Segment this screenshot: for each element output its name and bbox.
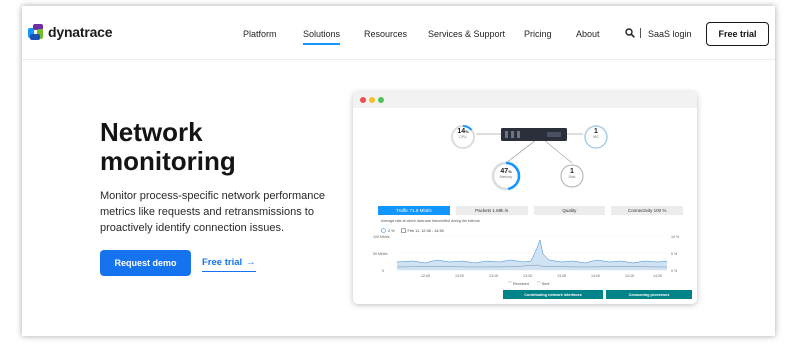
x-tick-1: 12:45	[421, 274, 430, 278]
nav-resources[interactable]: Resources	[364, 29, 407, 39]
site-header: dynatrace Platform Solutions Resources S…	[22, 6, 775, 60]
y-left-zero: 0	[382, 269, 384, 273]
arrow-right-icon: →	[246, 257, 256, 268]
nav-about[interactable]: About	[576, 29, 600, 39]
cpu-unit: %	[465, 129, 469, 134]
page-frame: dynatrace Platform Solutions Resources S…	[22, 6, 775, 336]
title-line-2: monitoring	[100, 146, 236, 176]
contributing-interfaces-button[interactable]: Contributing network interfaces	[503, 290, 603, 299]
memory-value: 47	[500, 168, 509, 175]
header-free-trial-button[interactable]: Free trial	[706, 22, 769, 46]
disk-label: Disk	[568, 175, 576, 179]
nav-pricing[interactable]: Pricing	[524, 29, 552, 39]
legend-sent[interactable]: ⌒ Sent	[537, 282, 550, 287]
maximize-dot-icon	[378, 97, 384, 103]
consuming-processes-button[interactable]: Consuming processes	[606, 290, 692, 299]
logo-text: dynatrace	[48, 24, 113, 40]
host-topology-diagram	[451, 125, 608, 191]
memory-label: Memory	[499, 175, 513, 179]
chart-meta: 2 % Feb 11, 12:38 - 14:38	[381, 228, 444, 233]
logo-mark-icon	[28, 24, 44, 40]
tab-quality[interactable]: Quality	[533, 206, 606, 215]
product-screenshot: 14% CPU 1 NIC 47% Memory 1 Disk Traffic …	[353, 92, 697, 304]
metric-tabs: Traffic 71.9 Mbit/s Packets 1.69k /s Qua…	[378, 206, 683, 215]
cpu-value: 14	[457, 128, 466, 135]
meta-timeframe: Feb 11, 12:38 - 14:38	[407, 228, 444, 233]
x-tick-4: 13:30	[523, 274, 532, 278]
x-tick-3: 13:15	[489, 274, 498, 278]
tab-traffic[interactable]: Traffic 71.9 Mbit/s	[378, 206, 450, 215]
close-dot-icon	[360, 97, 366, 103]
disk-value: 1	[570, 168, 574, 175]
tab-packets[interactable]: Packets 1.69k /s	[455, 206, 528, 215]
legend-received-label: Received	[512, 282, 529, 286]
free-trial-link-label: Free trial	[202, 257, 243, 268]
window-titlebar	[353, 92, 697, 108]
nav-solutions[interactable]: Solutions	[303, 29, 341, 45]
x-tick-5: 13:45	[557, 274, 566, 278]
nic-label: NIC	[592, 135, 600, 139]
y-right-top: 10 %	[671, 235, 680, 239]
nav-services-support[interactable]: Services & Support	[428, 29, 505, 39]
page-title: Network monitoring	[100, 118, 236, 176]
legend-received[interactable]: ⌒ Received	[508, 282, 529, 287]
minimize-dot-icon	[369, 97, 375, 103]
meta-percent: 2 %	[388, 228, 395, 233]
nav-divider	[640, 28, 641, 38]
y-left-top: 100 Mbit/s	[373, 235, 390, 239]
action-buttons: Contributing network interfaces Consumin…	[503, 290, 692, 299]
title-line-1: Network	[100, 117, 203, 147]
y-left-mid: 50 Mbit/s	[373, 252, 388, 256]
x-tick-2: 13:00	[455, 274, 464, 278]
chart-caption: Average rate at which data was transmitt…	[381, 219, 481, 223]
free-trial-link[interactable]: Free trial →	[202, 257, 256, 272]
clock-icon	[381, 228, 386, 233]
x-tick-8: 14:30	[653, 274, 662, 278]
x-tick-7: 14:15	[625, 274, 634, 278]
tab-connectivity[interactable]: Connectivity 100 %	[611, 206, 683, 215]
x-tick-6: 14:00	[591, 274, 600, 278]
hero-description: Monitor process-specific network perform…	[100, 190, 325, 234]
nav-platform[interactable]: Platform	[243, 29, 277, 39]
legend-sent-label: Sent	[541, 282, 550, 286]
traffic-chart[interactable]: 100 Mbit/s 50 Mbit/s 0 10 % 5 % 0 % 12:4…	[373, 234, 685, 284]
memory-unit: %	[508, 169, 512, 174]
chart-legend: ⌒ Received ⌒ Sent	[508, 282, 549, 287]
cpu-label: CPU	[459, 135, 467, 139]
y-right-zero: 0 %	[671, 269, 678, 273]
search-icon[interactable]	[625, 28, 635, 38]
calendar-icon	[400, 228, 406, 233]
saas-login-link[interactable]: SaaS login	[648, 29, 692, 39]
y-right-mid: 5 %	[671, 252, 678, 256]
nic-value: 1	[594, 128, 598, 135]
request-demo-button[interactable]: Request demo	[100, 250, 191, 276]
dynatrace-logo[interactable]: dynatrace	[28, 24, 113, 40]
